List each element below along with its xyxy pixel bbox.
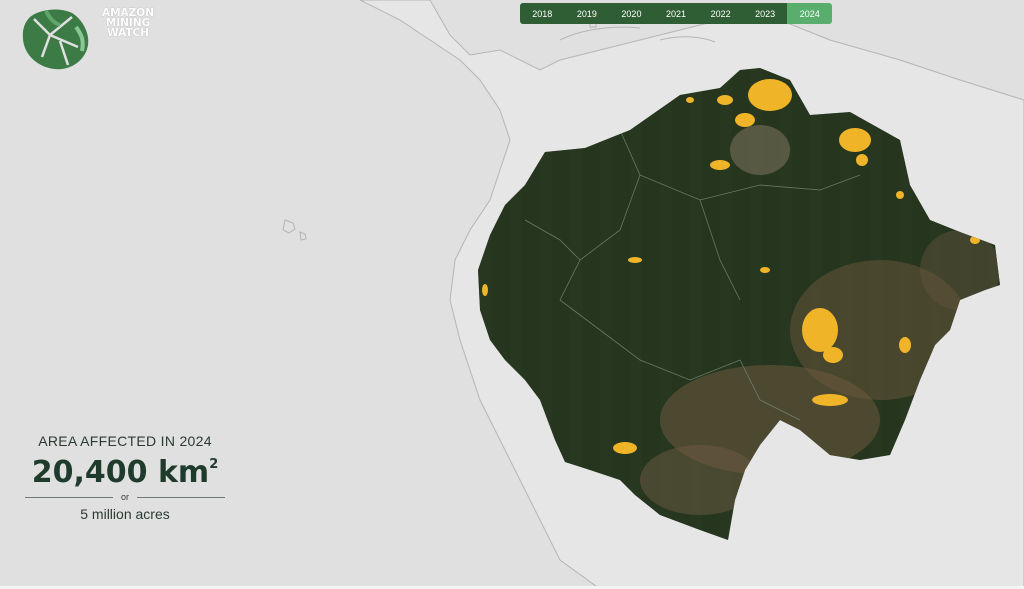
divider-left bbox=[25, 496, 113, 498]
leaf-logo-icon bbox=[22, 9, 89, 70]
or-separator: or bbox=[25, 492, 226, 502]
year-tab-2020[interactable]: 2020 bbox=[609, 3, 654, 24]
area-value: 20,400 km2 bbox=[25, 455, 225, 490]
area-unit-superscript: 2 bbox=[209, 457, 219, 472]
year-tab-2021[interactable]: 2021 bbox=[653, 3, 699, 24]
year-tab-2019[interactable]: 2019 bbox=[564, 3, 610, 24]
area-label: AREA AFFECTED IN 2024 bbox=[38, 433, 212, 449]
divider-right bbox=[137, 496, 226, 498]
year-tab-2024[interactable]: 2024 bbox=[787, 3, 832, 24]
area-alt-value: 5 million acres bbox=[80, 506, 170, 522]
year-tab-2022[interactable]: 2022 bbox=[698, 3, 743, 24]
year-tab-2018[interactable]: 2018 bbox=[520, 3, 565, 24]
logo-text: AMAZON MINING WATCH bbox=[96, 8, 160, 39]
year-selector: 2018 2019 2020 2021 2022 2023 2024 bbox=[520, 3, 832, 24]
area-stats-panel: AREA AFFECTED IN 2024 20,400 km2 or 5 mi… bbox=[25, 433, 226, 522]
logo-line-3: WATCH bbox=[106, 27, 150, 39]
year-tab-2023[interactable]: 2023 bbox=[742, 3, 788, 24]
area-number: 20,400 km bbox=[31, 455, 210, 490]
or-text: or bbox=[121, 492, 130, 502]
amazon-mining-watch-logo[interactable]: AMAZON MINING WATCH bbox=[20, 5, 154, 73]
